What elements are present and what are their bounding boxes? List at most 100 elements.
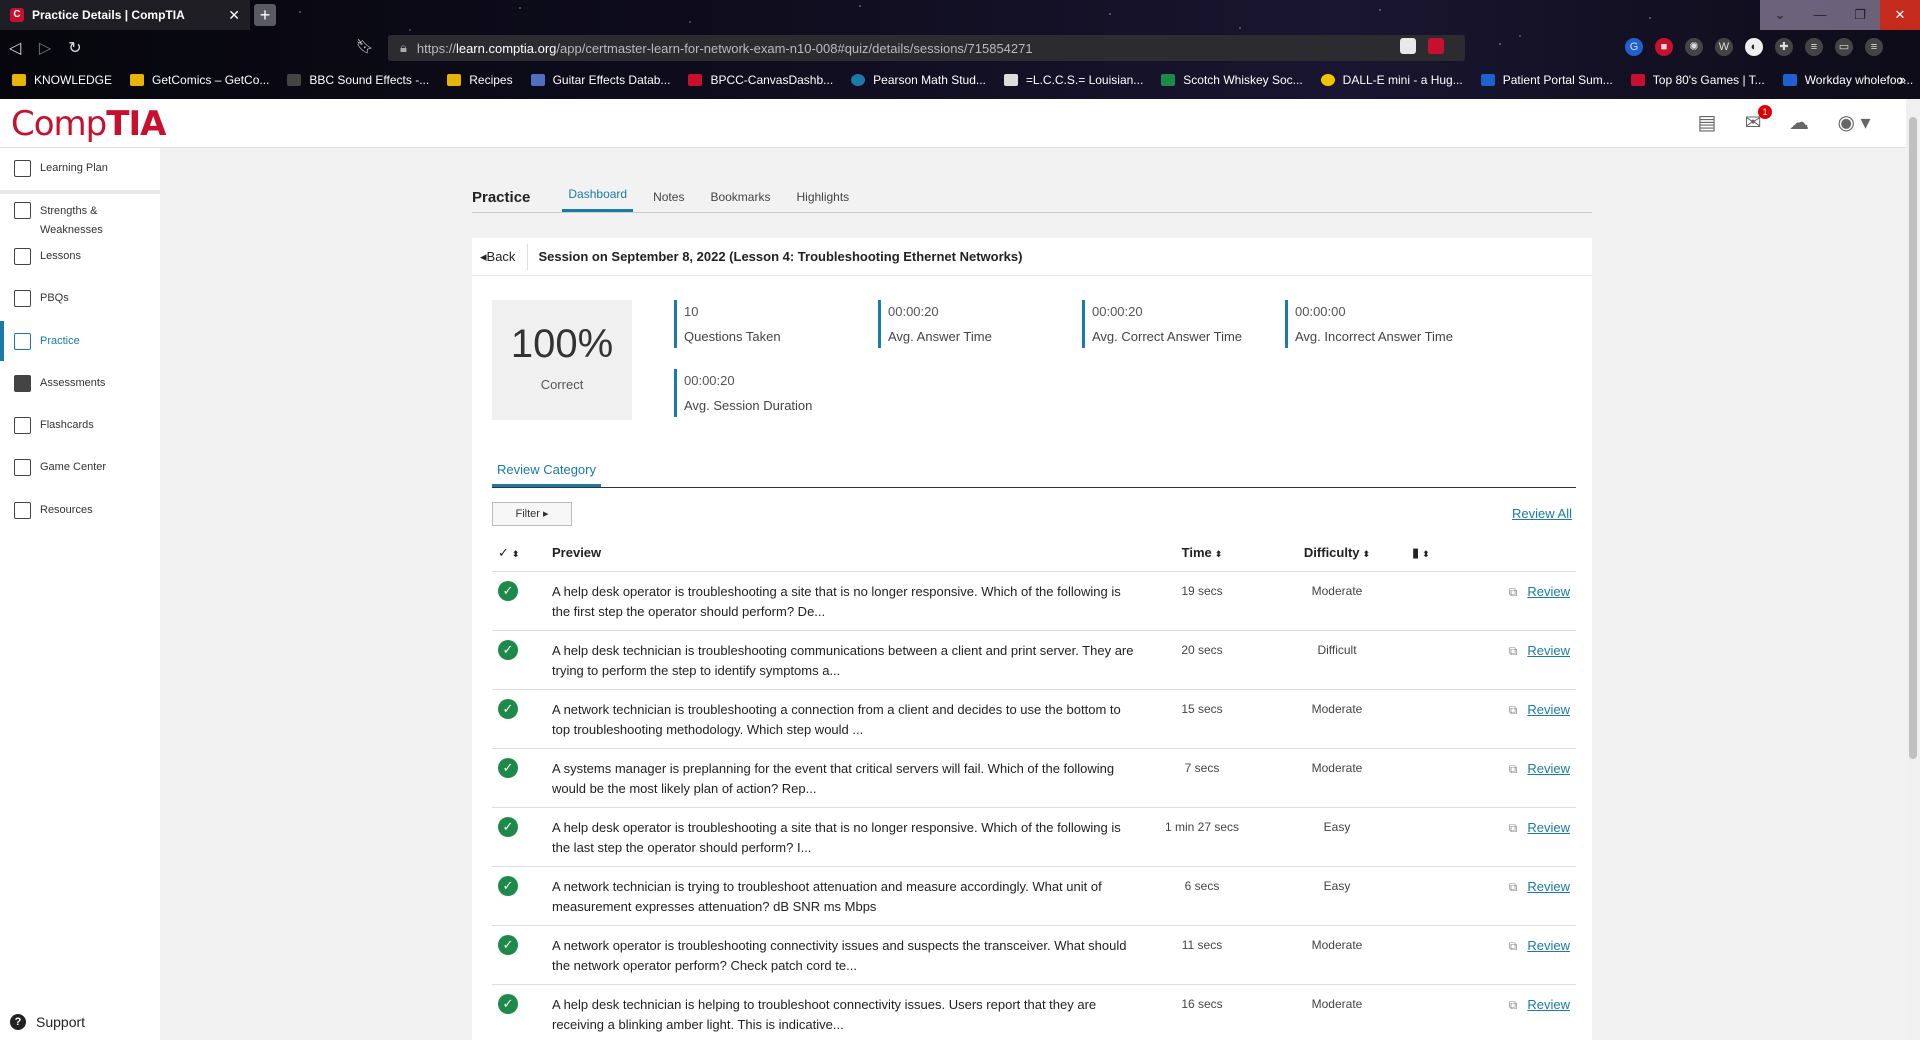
table-row: ✓ A network operator is troubleshooting … bbox=[492, 926, 1576, 985]
review-link[interactable]: Review bbox=[1527, 938, 1570, 953]
bookmark-item[interactable]: Workday wholefoo... bbox=[1782, 73, 1913, 87]
support-link[interactable]: ? Support bbox=[10, 1014, 85, 1030]
page-scrollbar[interactable] bbox=[1906, 99, 1920, 1040]
forward-nav-icon[interactable]: ▷ bbox=[30, 38, 60, 58]
bookmark-item[interactable]: KNOWLEDGE bbox=[12, 73, 112, 87]
sort-icon: ⬍ bbox=[1214, 549, 1223, 559]
restore-icon[interactable]: ❐ bbox=[1840, 0, 1880, 30]
puzzle-icon[interactable]: ✚ bbox=[1775, 38, 1793, 56]
sidebar-item-label: PBQs bbox=[40, 292, 69, 304]
back-button[interactable]: ◂Back bbox=[472, 243, 529, 270]
review-link[interactable]: Review bbox=[1527, 879, 1570, 894]
gear-extension-icon[interactable]: ✺ bbox=[1685, 38, 1703, 56]
col-bookmark[interactable]: ▮ ⬍ bbox=[1412, 545, 1502, 561]
back-nav-icon[interactable]: ◁ bbox=[0, 38, 30, 58]
bookmark-item[interactable]: Scotch Whiskey Soc... bbox=[1161, 73, 1303, 87]
col-check[interactable]: ✓ ⬍ bbox=[492, 545, 552, 561]
address-bar[interactable]: 🔒︎ https:// learn.comptia.org /app/certm… bbox=[388, 35, 1465, 61]
session-header: ◂Back Session on September 8, 2022 (Less… bbox=[472, 238, 1592, 276]
minimize-icon[interactable]: — bbox=[1800, 0, 1840, 30]
bookmark-item[interactable]: Pearson Math Stud... bbox=[851, 73, 986, 87]
sidebar-item-game-center[interactable]: Game Center bbox=[0, 459, 160, 476]
question-preview: A help desk operator is troubleshooting … bbox=[552, 820, 1121, 855]
sidebar-item-lessons[interactable]: Lessons bbox=[0, 248, 160, 265]
book-icon bbox=[14, 248, 31, 265]
tab-bookmarks[interactable]: Bookmarks bbox=[704, 190, 776, 212]
menu-icon[interactable]: ≡ bbox=[1865, 38, 1883, 56]
scrollbar-thumb[interactable] bbox=[1909, 117, 1917, 759]
review-icon: ⧉ bbox=[1508, 644, 1518, 658]
sidebar-item-assessments[interactable]: Assessments bbox=[0, 375, 160, 392]
new-tab-button[interactable]: + bbox=[254, 4, 276, 26]
lccs-icon bbox=[1003, 74, 1018, 86]
tab-highlights[interactable]: Highlights bbox=[790, 190, 855, 212]
question-difficulty: Easy bbox=[1323, 820, 1351, 834]
brave-shield-icon[interactable] bbox=[1400, 38, 1416, 54]
wallet-icon[interactable]: ▭ bbox=[1835, 38, 1853, 56]
bookmark-item[interactable]: Patient Portal Sum... bbox=[1480, 73, 1613, 87]
check-header-label: ✓ bbox=[498, 544, 509, 560]
tab-notes[interactable]: Notes bbox=[647, 190, 690, 212]
caret-right-icon: ▸ bbox=[542, 508, 549, 520]
stat-avg-answer-time: 00:00:20 Avg. Answer Time bbox=[878, 300, 1068, 348]
col-time[interactable]: Time ⬍ bbox=[1142, 545, 1262, 560]
sidebar-item-learning-plan[interactable]: Learning Plan bbox=[0, 160, 160, 177]
reload-icon[interactable]: ↻ bbox=[60, 38, 90, 58]
review-all-link[interactable]: Review All bbox=[1512, 506, 1572, 521]
bookmark-page-icon[interactable]: 🔖︎ bbox=[356, 38, 374, 55]
review-link[interactable]: Review bbox=[1527, 584, 1570, 599]
tab-review-category[interactable]: Review Category bbox=[492, 456, 601, 487]
review-link[interactable]: Review bbox=[1527, 997, 1570, 1012]
stat-value: 00:00:20 bbox=[1092, 304, 1143, 319]
bookmark-label: Scotch Whiskey Soc... bbox=[1183, 73, 1303, 87]
question-difficulty: Moderate bbox=[1311, 584, 1363, 598]
bookmark-label: DALL-E mini - a Hug... bbox=[1342, 73, 1463, 87]
notes-icon[interactable]: ▤ bbox=[1694, 111, 1720, 135]
bookmark-item[interactable]: BBC Sound Effects -... bbox=[287, 73, 429, 87]
tab-dashboard[interactable]: Dashboard bbox=[562, 187, 634, 212]
circle-extension-icon[interactable]: ◐ bbox=[1745, 38, 1763, 56]
review-link[interactable]: Review bbox=[1527, 820, 1570, 835]
url-scheme: https:// bbox=[416, 40, 456, 56]
sidebar-item-flashcards[interactable]: Flashcards bbox=[0, 417, 160, 434]
brave-rewards-icon[interactable] bbox=[1428, 38, 1444, 54]
close-tab-icon[interactable]: ✕ bbox=[228, 7, 240, 24]
header-icons: ▤ ✉ 1 ☁ ◉ ▾ bbox=[1694, 105, 1876, 135]
sidebar-item-strengths-weaknesses[interactable]: Strengths & Weaknesses bbox=[0, 202, 160, 240]
bookmark-item[interactable]: =L.C.C.S.= Louisian... bbox=[1003, 73, 1143, 87]
review-link[interactable]: Review bbox=[1527, 761, 1570, 776]
review-link[interactable]: Review bbox=[1527, 702, 1570, 717]
bookmark-item[interactable]: Recipes bbox=[447, 73, 513, 87]
bookmark-item[interactable]: DALL-E mini - a Hug... bbox=[1320, 73, 1463, 87]
score-percent: 100% bbox=[510, 322, 614, 366]
sidebar-item-pbqs[interactable]: PBQs bbox=[0, 290, 160, 307]
tab-bar: C Practice Details | CompTIA ✕ + ⌄ — ❐ ✕ bbox=[0, 0, 1920, 30]
bookmark-item[interactable]: GetComics – GetCo... bbox=[130, 73, 269, 87]
col-preview: Preview bbox=[552, 544, 602, 560]
w-extension-icon[interactable]: W bbox=[1715, 38, 1733, 56]
close-window-icon[interactable]: ✕ bbox=[1880, 0, 1920, 30]
filter-button[interactable]: Filter ▸ bbox=[492, 502, 572, 526]
stat-label: Avg. Session Duration bbox=[684, 398, 813, 413]
translate-extension-icon[interactable]: G bbox=[1625, 38, 1643, 56]
review-link[interactable]: Review bbox=[1527, 643, 1570, 658]
comptia-logo[interactable]: CompTIA bbox=[11, 104, 166, 144]
bookmark-item[interactable]: BPCC-CanvasDashb... bbox=[688, 73, 833, 87]
browser-tab[interactable]: C Practice Details | CompTIA ✕ bbox=[0, 0, 250, 30]
playlist-icon[interactable]: ≡ bbox=[1805, 38, 1823, 56]
table-header: ✓ ⬍ Preview Time ⬍ Difficulty ⬍ ▮ ⬍ bbox=[492, 534, 1576, 572]
mail-icon[interactable]: ✉ 1 bbox=[1740, 105, 1772, 135]
red-extension-icon[interactable]: ■ bbox=[1655, 38, 1673, 56]
col-difficulty[interactable]: Difficulty ⬍ bbox=[1262, 545, 1412, 560]
sidebar-item-resources[interactable]: Resources bbox=[0, 502, 160, 519]
review-icon: ⧉ bbox=[1508, 939, 1518, 953]
bookmark-item[interactable]: Guitar Effects Datab... bbox=[530, 73, 670, 87]
more-bookmarks-icon[interactable]: » bbox=[1899, 72, 1906, 87]
user-menu-icon[interactable]: ◉ ▾ bbox=[1832, 111, 1876, 135]
mail-badge: 1 bbox=[1758, 105, 1772, 119]
bookmark-item[interactable]: Top 80's Games | T... bbox=[1630, 73, 1765, 87]
table-row: ✓ A help desk operator is troubleshootin… bbox=[492, 808, 1576, 867]
cloud-check-icon[interactable]: ☁ bbox=[1786, 111, 1812, 135]
tab-search-icon[interactable]: ⌄ bbox=[1760, 0, 1800, 30]
sidebar-item-practice[interactable]: Practice bbox=[0, 321, 160, 361]
